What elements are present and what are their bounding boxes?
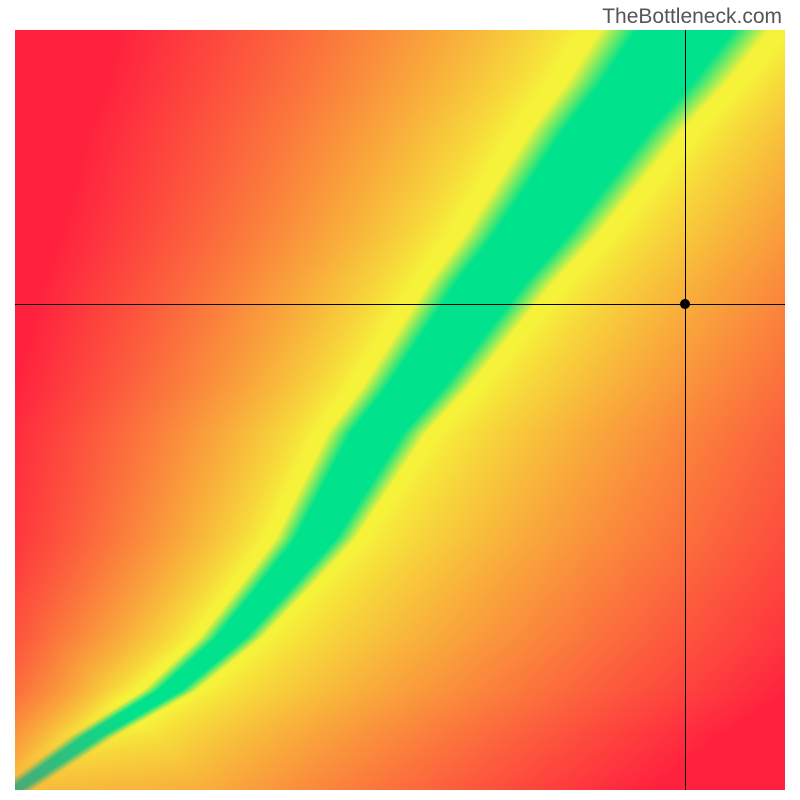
- crosshair-vertical: [685, 30, 686, 790]
- heatmap-chart: [15, 30, 785, 790]
- marker-point: [680, 299, 690, 309]
- crosshair-horizontal: [15, 304, 785, 305]
- heatmap-canvas: [15, 30, 785, 790]
- watermark-text: TheBottleneck.com: [602, 5, 782, 29]
